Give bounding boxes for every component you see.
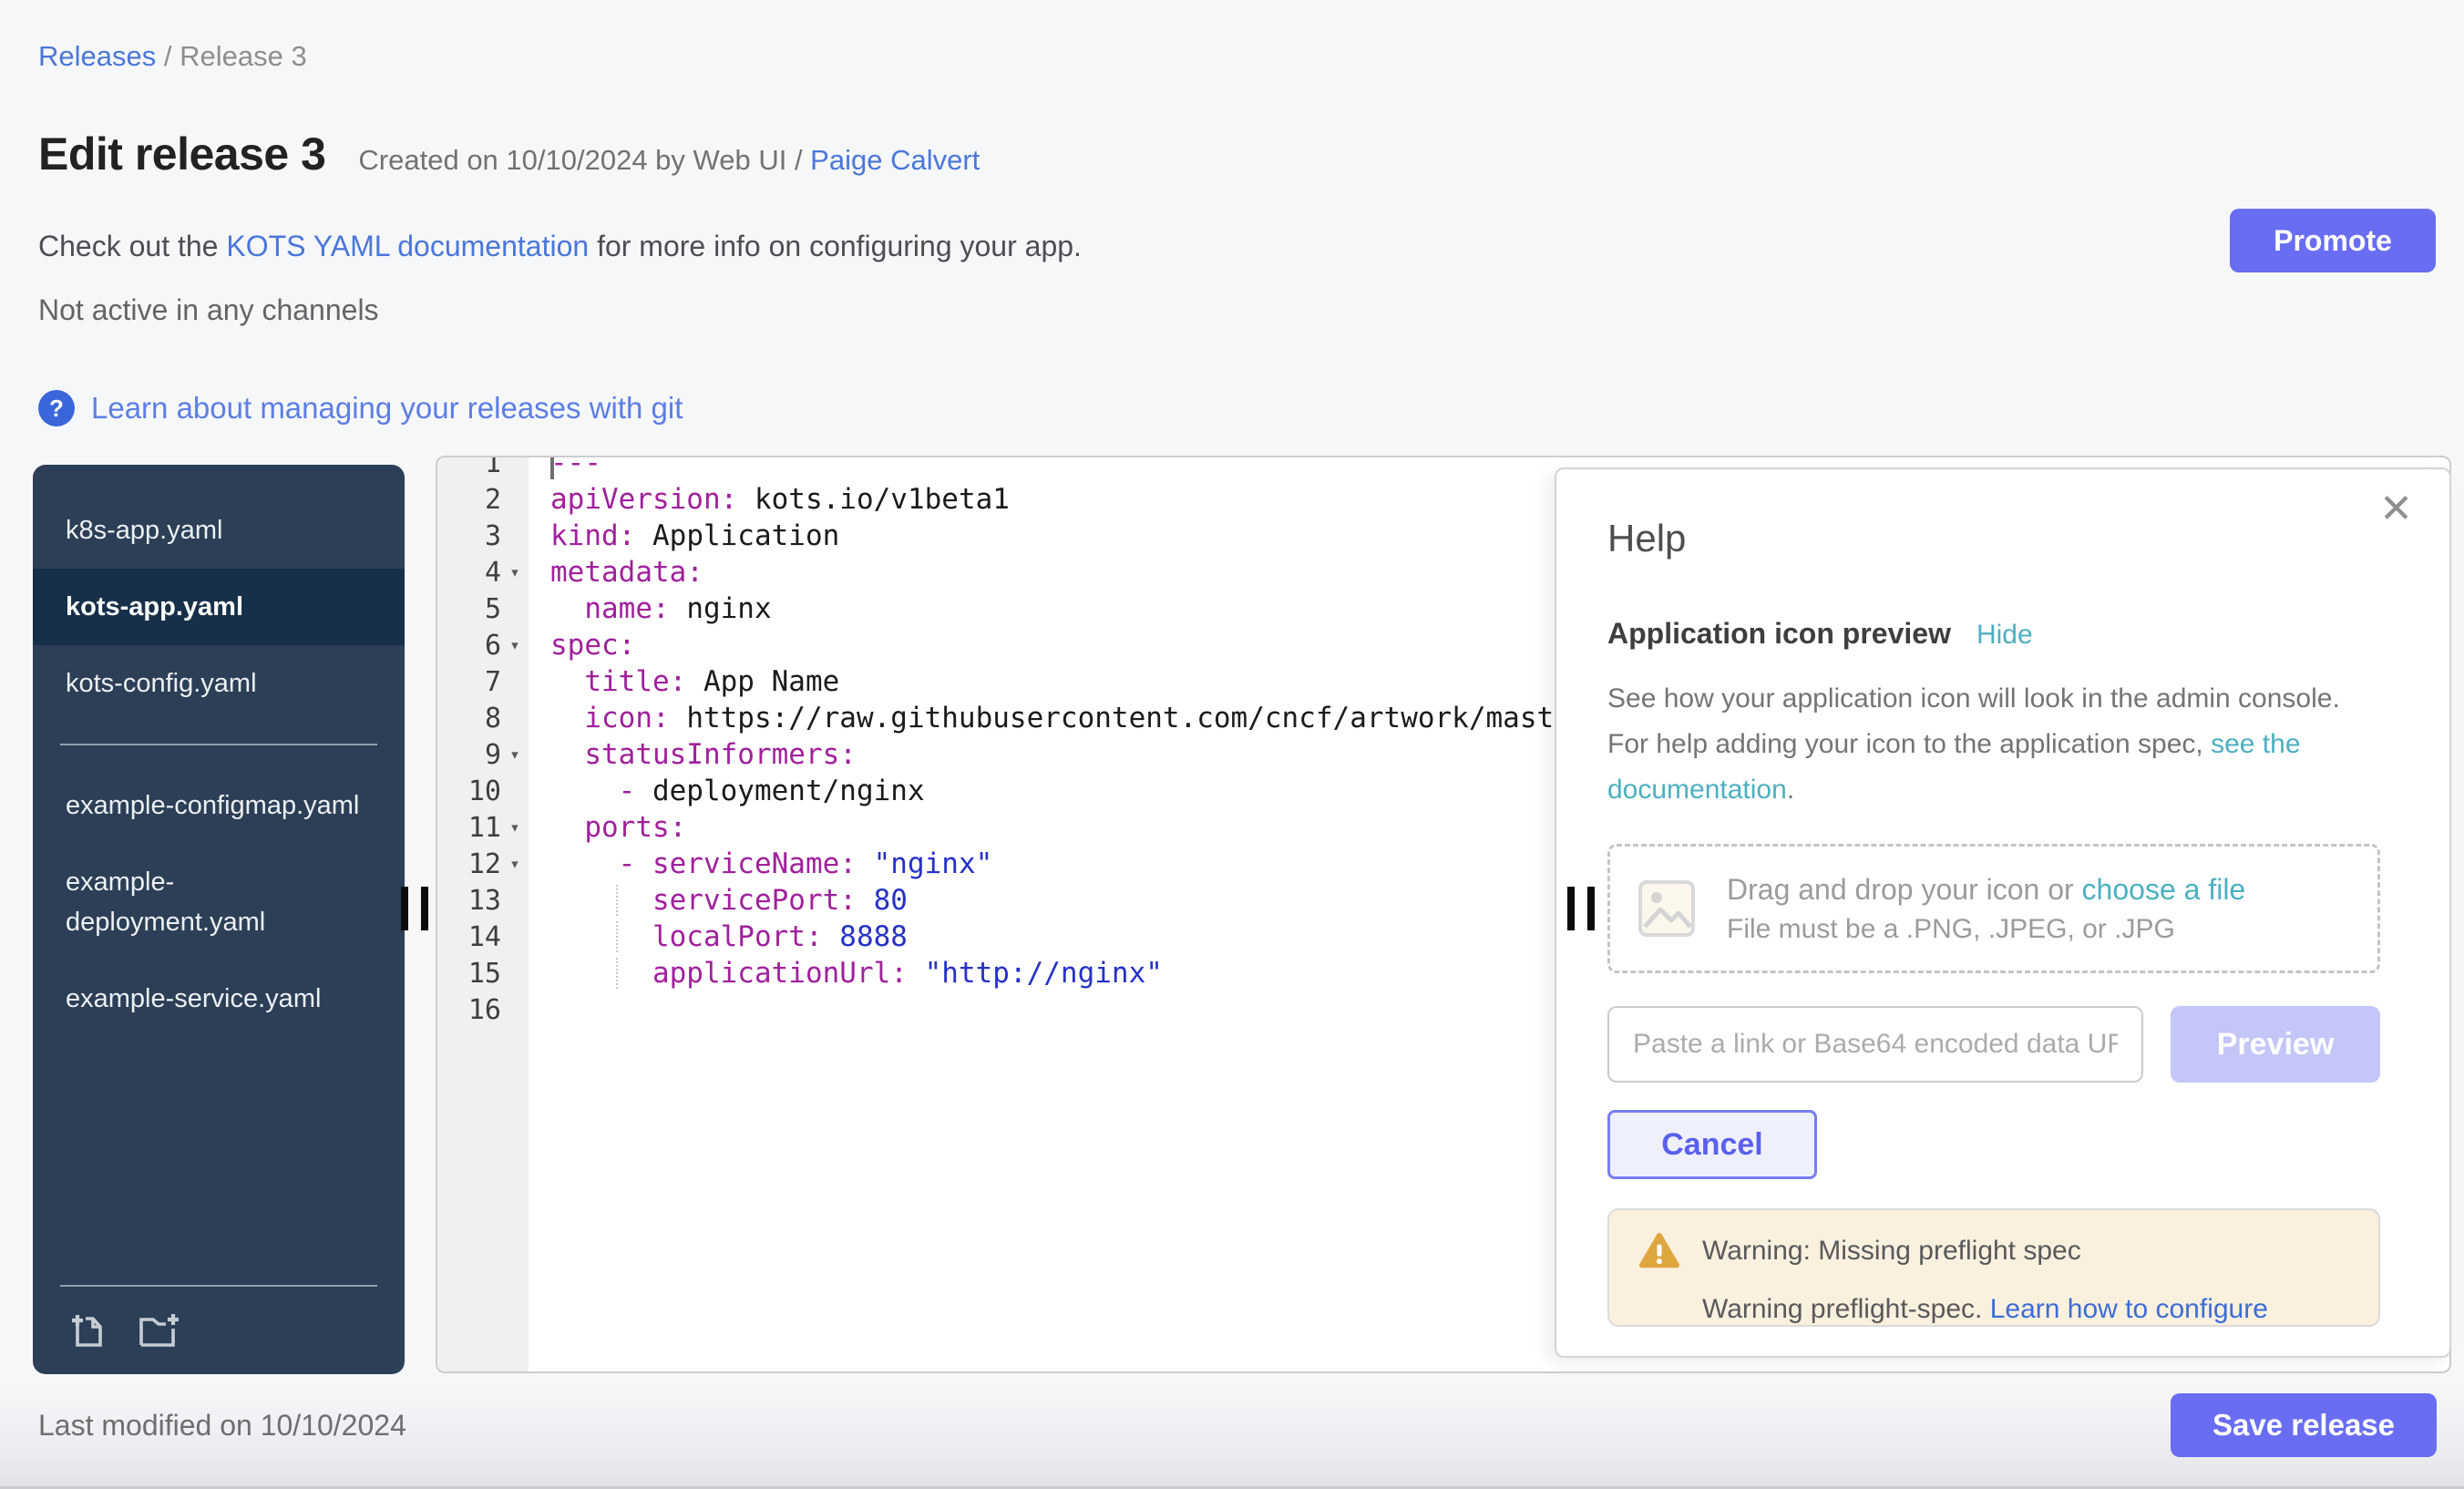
file-tree-sidebar: k8s-app.yamlkots-app.yamlkots-config.yam…: [33, 465, 405, 1374]
line-number: 16: [437, 994, 529, 1026]
icon-preview-section-title: Application icon preview: [1607, 617, 1951, 651]
file-tree-item[interactable]: example-configmap.yaml: [33, 767, 405, 844]
breadcrumb-releases-link[interactable]: Releases: [38, 40, 156, 72]
icon-preview-desc-period: .: [1787, 775, 1794, 805]
file-tree-item[interactable]: example-service.yaml: [33, 960, 405, 1037]
preview-button[interactable]: Preview: [2171, 1006, 2380, 1083]
promote-button[interactable]: Promote: [2230, 209, 2436, 272]
icon-url-input[interactable]: [1607, 1006, 2143, 1083]
breadcrumb-current: Release 3: [180, 40, 307, 72]
help-panel-title: Help: [1607, 517, 2377, 560]
hide-link[interactable]: Hide: [1976, 620, 2033, 651]
fold-arrow-icon[interactable]: ▾: [501, 854, 529, 874]
drop-zone-file-types: File must be a .PNG, .JPEG, or .JPG: [1727, 914, 2245, 945]
kots-yaml-doc-link[interactable]: KOTS YAML documentation: [226, 230, 589, 262]
file-tree-list: k8s-app.yamlkots-app.yamlkots-config.yam…: [33, 465, 405, 1037]
fold-arrow-icon[interactable]: ▾: [501, 635, 529, 655]
line-number: 4▾: [437, 557, 529, 589]
channel-status: Not active in any channels: [38, 293, 379, 327]
learn-how-to-configure-link[interactable]: Learn how to configure: [1990, 1294, 2268, 1324]
close-icon[interactable]: ✕: [2379, 489, 2413, 529]
line-number: 10: [437, 775, 529, 807]
line-number: 13: [437, 885, 529, 917]
line-number: 14: [437, 921, 529, 953]
line-number: 12▾: [437, 848, 529, 880]
created-author-link[interactable]: Paige Calvert: [810, 144, 980, 176]
file-tree-item[interactable]: example-deployment.yaml: [33, 844, 405, 960]
choose-file-link[interactable]: choose a file: [2082, 873, 2246, 906]
file-tree-item[interactable]: kots-app.yaml: [33, 569, 405, 645]
warning-triangle-icon: [1638, 1232, 1680, 1270]
drop-zone-main-text: Drag and drop your icon or choose a file: [1727, 873, 2245, 907]
line-number: 15: [437, 958, 529, 990]
line-number: 2: [437, 484, 529, 516]
drop-zone-text-prefix: Drag and drop your icon or: [1727, 873, 2082, 906]
last-modified-text: Last modified on 10/10/2024: [38, 1409, 406, 1443]
line-number: 1: [437, 456, 529, 479]
line-number: 9▾: [437, 739, 529, 771]
line-number: 7: [437, 666, 529, 698]
fold-arrow-icon[interactable]: ▾: [501, 744, 529, 765]
question-circle-icon: ?: [38, 390, 75, 426]
file-tree-divider: [60, 744, 377, 745]
line-number: 11▾: [437, 812, 529, 844]
git-releases-link[interactable]: Learn about managing your releases with …: [91, 391, 683, 426]
line-number: 6▾: [437, 630, 529, 662]
save-release-button[interactable]: Save release: [2171, 1393, 2437, 1457]
help-panel-resize-handle[interactable]: [1567, 887, 1604, 930]
breadcrumb-separator: /: [156, 40, 180, 72]
breadcrumb: Releases / Release 3: [38, 40, 307, 73]
image-placeholder-icon: [1638, 879, 1696, 938]
add-file-icon[interactable]: [66, 1307, 109, 1350]
fold-arrow-icon[interactable]: ▾: [501, 817, 529, 837]
page-background: Releases / Release 3 Edit release 3 Crea…: [0, 0, 2464, 1489]
doc-line-prefix: Check out the: [38, 230, 226, 262]
warning-detail: Warning preflight-spec. Learn how to con…: [1702, 1294, 2349, 1325]
warning-detail-text: Warning preflight-spec.: [1702, 1294, 1990, 1324]
file-tree-footer: [33, 1285, 405, 1374]
add-folder-icon[interactable]: [137, 1307, 180, 1350]
doc-line: Check out the KOTS YAML documentation fo…: [38, 230, 1082, 263]
warning-title: Warning: Missing preflight spec: [1702, 1236, 2081, 1267]
created-text: Created on 10/10/2024 by Web UI /: [358, 144, 810, 176]
line-number: 5: [437, 593, 529, 625]
icon-drop-zone[interactable]: Drag and drop your icon or choose a file…: [1607, 844, 2380, 973]
title-row: Edit release 3 Created on 10/10/2024 by …: [38, 128, 980, 180]
fold-arrow-icon[interactable]: ▾: [501, 562, 529, 582]
line-number: 8: [437, 703, 529, 734]
created-meta: Created on 10/10/2024 by Web UI / Paige …: [358, 144, 980, 177]
sidebar-resize-handle[interactable]: [401, 887, 437, 930]
file-tree-item[interactable]: k8s-app.yaml: [33, 492, 405, 569]
preflight-warning-box: Warning: Missing preflight spec Warning …: [1607, 1208, 2380, 1327]
icon-preview-description: See how your application icon will look …: [1607, 676, 2364, 813]
file-tree-footer-divider: [60, 1285, 377, 1287]
line-number: 3: [437, 520, 529, 552]
help-panel: ✕ Help Application icon preview Hide See…: [1555, 467, 2451, 1358]
page-title: Edit release 3: [38, 128, 325, 180]
cancel-button[interactable]: Cancel: [1607, 1110, 1817, 1179]
git-help-row: ? Learn about managing your releases wit…: [38, 390, 683, 426]
doc-line-suffix: for more info on configuring your app.: [589, 230, 1082, 262]
file-tree-item[interactable]: kots-config.yaml: [33, 645, 405, 722]
